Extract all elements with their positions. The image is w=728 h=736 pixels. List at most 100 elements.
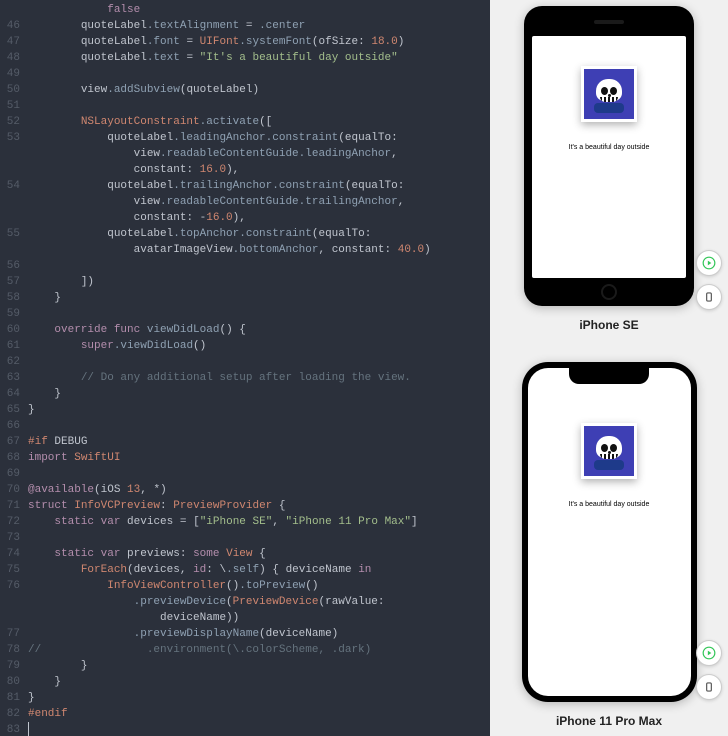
- code-text[interactable]: quoteLabel.font = UIFont.systemFont(ofSi…: [28, 34, 490, 50]
- code-text[interactable]: ]): [28, 274, 490, 290]
- code-text[interactable]: quoteLabel.textAlignment = .center: [28, 18, 490, 34]
- code-text[interactable]: view.readableContentGuide.leadingAnchor,: [28, 146, 490, 162]
- code-text[interactable]: [28, 530, 490, 546]
- code-line[interactable]: 71struct InfoVCPreview: PreviewProvider …: [0, 498, 490, 514]
- code-text[interactable]: super.viewDidLoad(): [28, 338, 490, 354]
- code-line[interactable]: 58 }: [0, 290, 490, 306]
- code-line[interactable]: 54 quoteLabel.trailingAnchor.constraint(…: [0, 178, 490, 194]
- code-line[interactable]: 80 }: [0, 674, 490, 690]
- code-text[interactable]: [28, 306, 490, 322]
- device-settings-button[interactable]: [696, 284, 722, 310]
- code-text[interactable]: view.addSubview(quoteLabel): [28, 82, 490, 98]
- code-line[interactable]: 74 static var previews: some View {: [0, 546, 490, 562]
- code-text[interactable]: struct InfoVCPreview: PreviewProvider {: [28, 498, 490, 514]
- code-line[interactable]: constant: 16.0),: [0, 162, 490, 178]
- code-text[interactable]: }: [28, 674, 490, 690]
- code-text[interactable]: #if DEBUG: [28, 434, 490, 450]
- code-line[interactable]: 69: [0, 466, 490, 482]
- code-line[interactable]: 75 ForEach(devices, id: \.self) { device…: [0, 562, 490, 578]
- code-text[interactable]: quoteLabel.leadingAnchor.constraint(equa…: [28, 130, 490, 146]
- code-text[interactable]: .previewDevice(PreviewDevice(rawValue:: [28, 594, 490, 610]
- code-text[interactable]: }: [28, 290, 490, 306]
- code-text[interactable]: [28, 722, 490, 736]
- code-line[interactable]: 57 ]): [0, 274, 490, 290]
- code-line[interactable]: 77 .previewDisplayName(deviceName): [0, 626, 490, 642]
- code-line[interactable]: 50 view.addSubview(quoteLabel): [0, 82, 490, 98]
- device-settings-button[interactable]: [696, 674, 722, 700]
- code-text[interactable]: InfoViewController().toPreview(): [28, 578, 490, 594]
- code-editor[interactable]: false46 quoteLabel.textAlignment = .cent…: [0, 0, 490, 736]
- code-text[interactable]: }: [28, 658, 490, 674]
- code-text[interactable]: }: [28, 402, 490, 418]
- line-number: 78: [0, 642, 28, 658]
- code-text[interactable]: [28, 66, 490, 82]
- code-text[interactable]: avatarImageView.bottomAnchor, constant: …: [28, 242, 490, 258]
- code-line[interactable]: avatarImageView.bottomAnchor, constant: …: [0, 242, 490, 258]
- code-text[interactable]: [28, 258, 490, 274]
- code-text[interactable]: ForEach(devices, id: \.self) { deviceNam…: [28, 562, 490, 578]
- code-line[interactable]: 73: [0, 530, 490, 546]
- code-line[interactable]: 81}: [0, 690, 490, 706]
- line-number: 70: [0, 482, 28, 498]
- code-text[interactable]: constant: -16.0),: [28, 210, 490, 226]
- code-text[interactable]: // .environment(\.colorScheme, .dark): [28, 642, 490, 658]
- code-line[interactable]: constant: -16.0),: [0, 210, 490, 226]
- code-line[interactable]: 72 static var devices = ["iPhone SE", "i…: [0, 514, 490, 530]
- code-text[interactable]: }: [28, 386, 490, 402]
- code-line[interactable]: 82#endif: [0, 706, 490, 722]
- code-line[interactable]: deviceName)): [0, 610, 490, 626]
- code-line[interactable]: 65}: [0, 402, 490, 418]
- code-text[interactable]: [28, 418, 490, 434]
- preview-device-promax: It's a beautiful day outside iPhone 11 P…: [522, 332, 697, 728]
- code-line[interactable]: 83: [0, 722, 490, 736]
- code-text[interactable]: quoteLabel.text = "It's a beautiful day …: [28, 50, 490, 66]
- code-line[interactable]: view.readableContentGuide.leadingAnchor,: [0, 146, 490, 162]
- code-text[interactable]: @available(iOS 13, *): [28, 482, 490, 498]
- code-text[interactable]: .previewDisplayName(deviceName): [28, 626, 490, 642]
- code-line[interactable]: view.readableContentGuide.trailingAnchor…: [0, 194, 490, 210]
- code-text[interactable]: static var previews: some View {: [28, 546, 490, 562]
- code-line[interactable]: 52 NSLayoutConstraint.activate([: [0, 114, 490, 130]
- play-button[interactable]: [696, 250, 722, 276]
- code-line[interactable]: 48 quoteLabel.text = "It's a beautiful d…: [0, 50, 490, 66]
- code-line[interactable]: 64 }: [0, 386, 490, 402]
- code-line[interactable]: 70@available(iOS 13, *): [0, 482, 490, 498]
- code-text[interactable]: override func viewDidLoad() {: [28, 322, 490, 338]
- code-line[interactable]: 79 }: [0, 658, 490, 674]
- code-text[interactable]: import SwiftUI: [28, 450, 490, 466]
- code-line[interactable]: 59: [0, 306, 490, 322]
- code-line[interactable]: 63 // Do any additional setup after load…: [0, 370, 490, 386]
- code-line[interactable]: 53 quoteLabel.leadingAnchor.constraint(e…: [0, 130, 490, 146]
- code-line[interactable]: 55 quoteLabel.topAnchor.constraint(equal…: [0, 226, 490, 242]
- code-line[interactable]: 61 super.viewDidLoad(): [0, 338, 490, 354]
- code-line[interactable]: 56: [0, 258, 490, 274]
- code-text[interactable]: constant: 16.0),: [28, 162, 490, 178]
- code-line[interactable]: false: [0, 2, 490, 18]
- code-text[interactable]: // Do any additional setup after loading…: [28, 370, 490, 386]
- code-line[interactable]: 67#if DEBUG: [0, 434, 490, 450]
- code-line[interactable]: 60 override func viewDidLoad() {: [0, 322, 490, 338]
- code-text[interactable]: [28, 98, 490, 114]
- code-line[interactable]: .previewDevice(PreviewDevice(rawValue:: [0, 594, 490, 610]
- play-button[interactable]: [696, 640, 722, 666]
- code-text[interactable]: deviceName)): [28, 610, 490, 626]
- code-line[interactable]: 78// .environment(\.colorScheme, .dark): [0, 642, 490, 658]
- code-text[interactable]: #endif: [28, 706, 490, 722]
- code-text[interactable]: [28, 354, 490, 370]
- code-line[interactable]: 46 quoteLabel.textAlignment = .center: [0, 18, 490, 34]
- code-line[interactable]: 76 InfoViewController().toPreview(): [0, 578, 490, 594]
- code-line[interactable]: 51: [0, 98, 490, 114]
- code-text[interactable]: NSLayoutConstraint.activate([: [28, 114, 490, 130]
- code-text[interactable]: quoteLabel.topAnchor.constraint(equalTo:: [28, 226, 490, 242]
- code-text[interactable]: false: [28, 2, 490, 18]
- code-text[interactable]: }: [28, 690, 490, 706]
- code-text[interactable]: [28, 466, 490, 482]
- code-line[interactable]: 47 quoteLabel.font = UIFont.systemFont(o…: [0, 34, 490, 50]
- code-text[interactable]: quoteLabel.trailingAnchor.constraint(equ…: [28, 178, 490, 194]
- code-line[interactable]: 68import SwiftUI: [0, 450, 490, 466]
- code-line[interactable]: 62: [0, 354, 490, 370]
- code-line[interactable]: 49: [0, 66, 490, 82]
- code-line[interactable]: 66: [0, 418, 490, 434]
- code-text[interactable]: static var devices = ["iPhone SE", "iPho…: [28, 514, 490, 530]
- code-text[interactable]: view.readableContentGuide.trailingAnchor…: [28, 194, 490, 210]
